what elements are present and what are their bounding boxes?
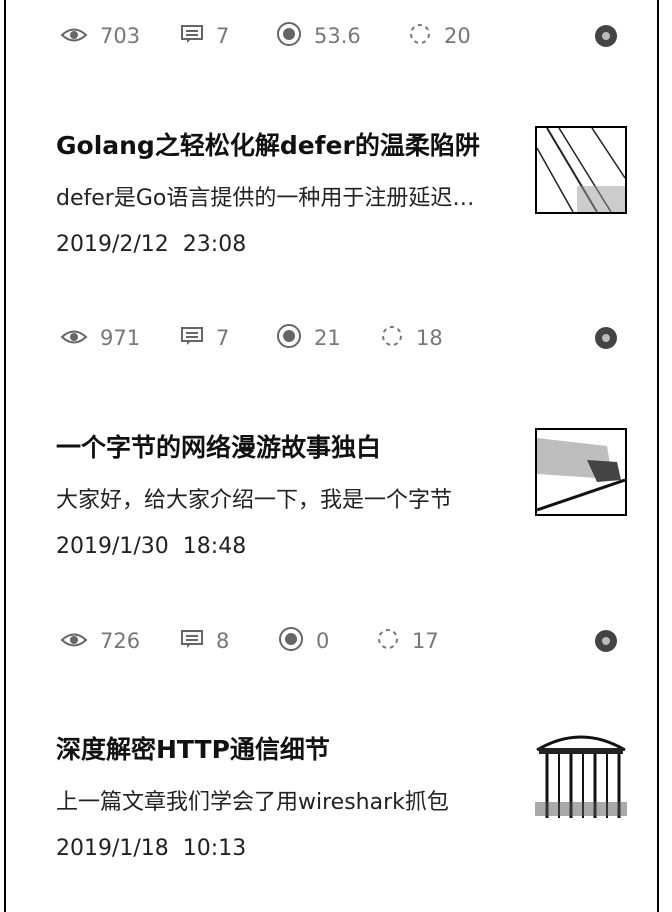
- likes-stat[interactable]: 21: [276, 318, 341, 358]
- more-icon[interactable]: [594, 629, 618, 653]
- views-count: 726: [100, 629, 141, 653]
- eye-icon: [60, 24, 88, 48]
- article-thumbnail[interactable]: [535, 126, 627, 214]
- shares-stat[interactable]: 20: [408, 16, 471, 56]
- list-item[interactable]: 深度解密HTTP通信细节 上一篇文章我们学会了用wireshark抓包 2019…: [6, 730, 657, 890]
- more-icon[interactable]: [594, 326, 618, 350]
- comments-stat[interactable]: 7: [180, 16, 229, 56]
- like-icon: [276, 323, 302, 354]
- shares-count: 17: [412, 629, 439, 653]
- shares-count: 20: [444, 24, 471, 48]
- comment-icon: [180, 629, 204, 654]
- shares-stat[interactable]: 17: [376, 621, 439, 661]
- share-icon: [408, 22, 432, 51]
- article-thumbnail[interactable]: [535, 730, 627, 818]
- comment-icon: [180, 326, 204, 351]
- list-item[interactable]: 一个字节的网络漫游故事独白 大家好，给大家介绍一下，我是一个字节 2019/1/…: [6, 428, 657, 588]
- article-title[interactable]: Golang之轻松化解defer的温柔陷阱: [56, 126, 506, 162]
- article-date: 2019/1/30 18:48: [56, 534, 247, 559]
- article-date: 2019/1/18 10:13: [56, 836, 247, 861]
- article-title[interactable]: 一个字节的网络漫游故事独白: [56, 428, 506, 464]
- more-icon[interactable]: [594, 24, 618, 48]
- stats-row: 726 8 0 17: [6, 621, 657, 661]
- like-icon: [278, 626, 304, 657]
- article-date: 2019/2/12 23:08: [56, 232, 247, 257]
- eye-icon: [60, 326, 88, 350]
- comments-count: 7: [216, 24, 230, 48]
- views-stat: 703: [60, 16, 140, 56]
- shares-count: 18: [416, 326, 443, 350]
- list-item[interactable]: Golang之轻松化解defer的温柔陷阱 defer是Go语言提供的一种用于注…: [6, 126, 657, 286]
- comment-icon: [180, 24, 204, 49]
- comments-count: 7: [216, 326, 230, 350]
- likes-count: 0: [316, 629, 330, 653]
- stats-row: 971 7 21 18: [6, 318, 657, 358]
- like-icon: [276, 21, 302, 52]
- likes-count: 21: [314, 326, 341, 350]
- views-count: 971: [100, 326, 141, 350]
- article-summary: defer是Go语言提供的一种用于注册延迟调用的机制: [56, 186, 496, 211]
- shares-stat[interactable]: 18: [380, 318, 443, 358]
- likes-stat[interactable]: 0: [278, 621, 329, 661]
- article-thumbnail[interactable]: [535, 428, 627, 516]
- views-stat: 971: [60, 318, 140, 358]
- article-title[interactable]: 深度解密HTTP通信细节: [56, 730, 506, 766]
- article-list: 703 7 53.6 20 Golang之轻松化解defer的温柔陷阱 defe…: [4, 0, 659, 912]
- article-summary: 上一篇文章我们学会了用wireshark抓包: [56, 790, 449, 815]
- eye-icon: [60, 629, 88, 653]
- comments-count: 8: [216, 629, 230, 653]
- stats-row: 703 7 53.6 20: [6, 16, 657, 56]
- comments-stat[interactable]: 8: [180, 621, 229, 661]
- article-summary: 大家好，给大家介绍一下，我是一个字节: [56, 488, 453, 513]
- likes-count: 53.6: [314, 24, 361, 48]
- comments-stat[interactable]: 7: [180, 318, 229, 358]
- share-icon: [376, 627, 400, 656]
- views-stat: 726: [60, 621, 140, 661]
- likes-stat[interactable]: 53.6: [276, 16, 361, 56]
- views-count: 703: [100, 24, 141, 48]
- share-icon: [380, 324, 404, 353]
